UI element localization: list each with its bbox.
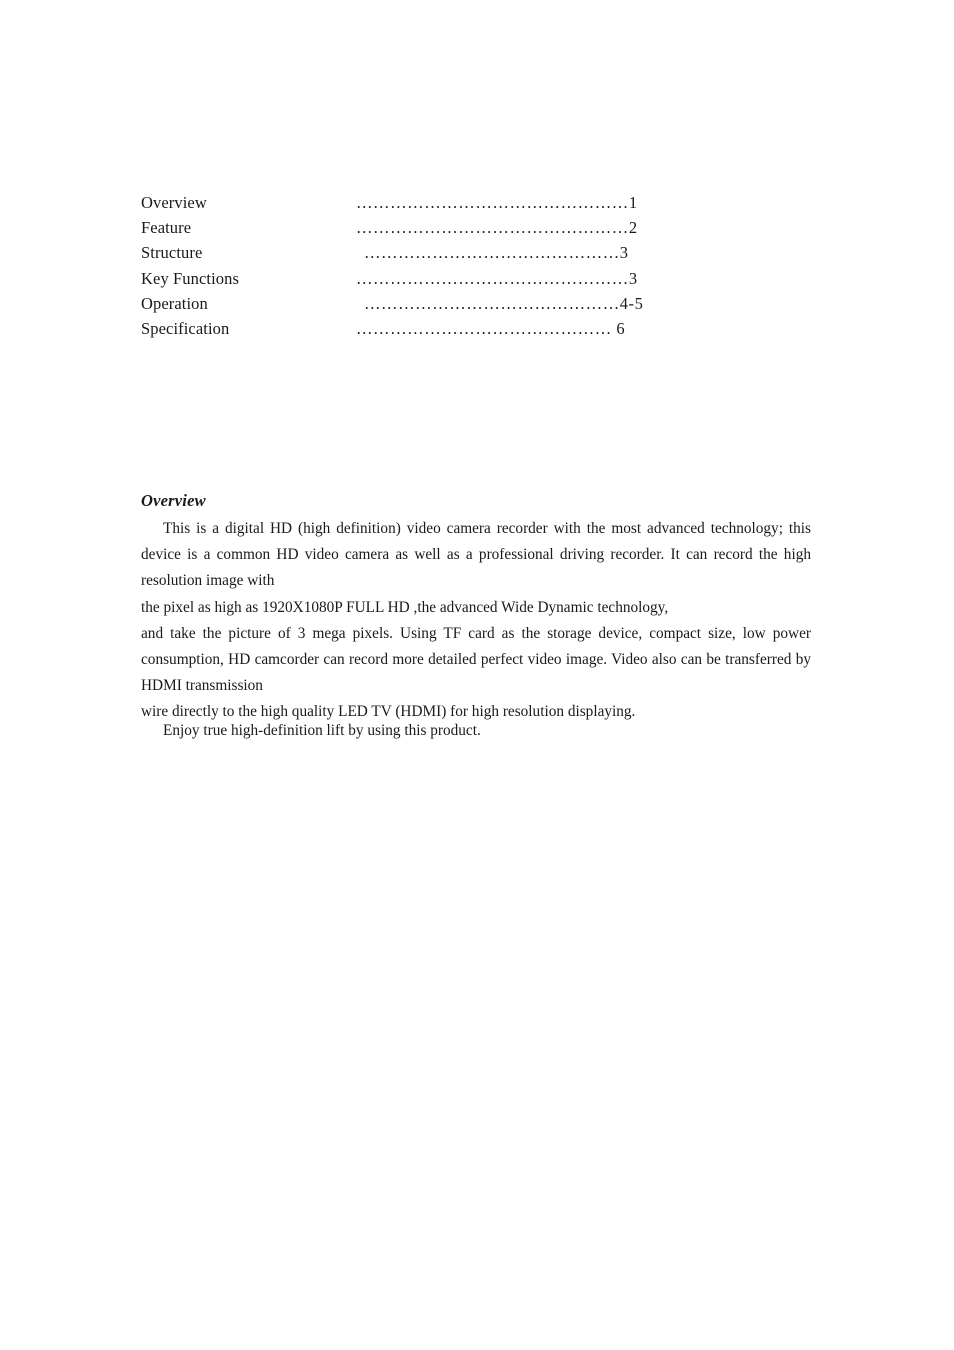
toc-entry-label: Key Functions — [141, 268, 240, 288]
table-of-contents: Overview …………………………………………1 Feature ……………… — [141, 190, 821, 341]
overview-closing-line: Enjoy true high-definition lift by using… — [163, 722, 481, 739]
toc-page-number: 2 — [628, 218, 638, 238]
section-heading-overview: Overview — [141, 491, 206, 510]
overview-paragraph-2-line-1: and take the picture of 3 mega pixels. U… — [141, 624, 811, 695]
toc-dot-leader: …………………………………………1 — [356, 193, 638, 212]
toc-entry-label: Operation — [141, 293, 208, 313]
toc-dot-leader: …………………………………………3 — [356, 268, 638, 288]
toc-page-number: 3 — [628, 268, 638, 288]
overview-body: This is a digital HD (high definition) v… — [141, 516, 811, 726]
overview-paragraph-1-line-2: the pixel as high as 1920X1080P FULL HD … — [141, 598, 669, 616]
toc-entry-label: Specification — [141, 318, 230, 338]
toc-dot-leader: ……………………………………… 6 — [356, 318, 626, 338]
toc-entry-feature[interactable]: Feature …………………………………………2 — [141, 215, 821, 240]
toc-entry-overview[interactable]: Overview …………………………………………1 — [141, 190, 821, 215]
document-page: Overview …………………………………………1 Feature ……………… — [0, 0, 954, 1350]
toc-entry-label: Structure — [141, 243, 203, 263]
toc-page-number: 1 — [628, 193, 638, 212]
toc-entry-label: Feature — [141, 218, 192, 238]
toc-entry-operation[interactable]: Operation ………………………………………4-5 — [141, 291, 821, 316]
toc-entry-key-functions[interactable]: Key Functions …………………………………………3 — [141, 266, 821, 291]
toc-dot-leader: …………………………………………2 — [356, 218, 638, 238]
toc-dot-leader: ………………………………………3 — [364, 243, 629, 263]
toc-page-number: 6 — [611, 318, 626, 338]
overview-paragraph-1-line-1: This is a digital HD (high definition) v… — [141, 520, 811, 590]
toc-entry-label: Overview — [141, 193, 207, 212]
toc-dot-leader: ………………………………………4-5 — [364, 293, 644, 313]
toc-entry-structure[interactable]: Structure ………………………………………3 — [141, 240, 821, 265]
toc-page-number: 4-5 — [619, 293, 644, 313]
toc-entry-specification[interactable]: Specification ……………………………………… 6 — [141, 316, 821, 341]
toc-page-number: 3 — [619, 243, 629, 263]
